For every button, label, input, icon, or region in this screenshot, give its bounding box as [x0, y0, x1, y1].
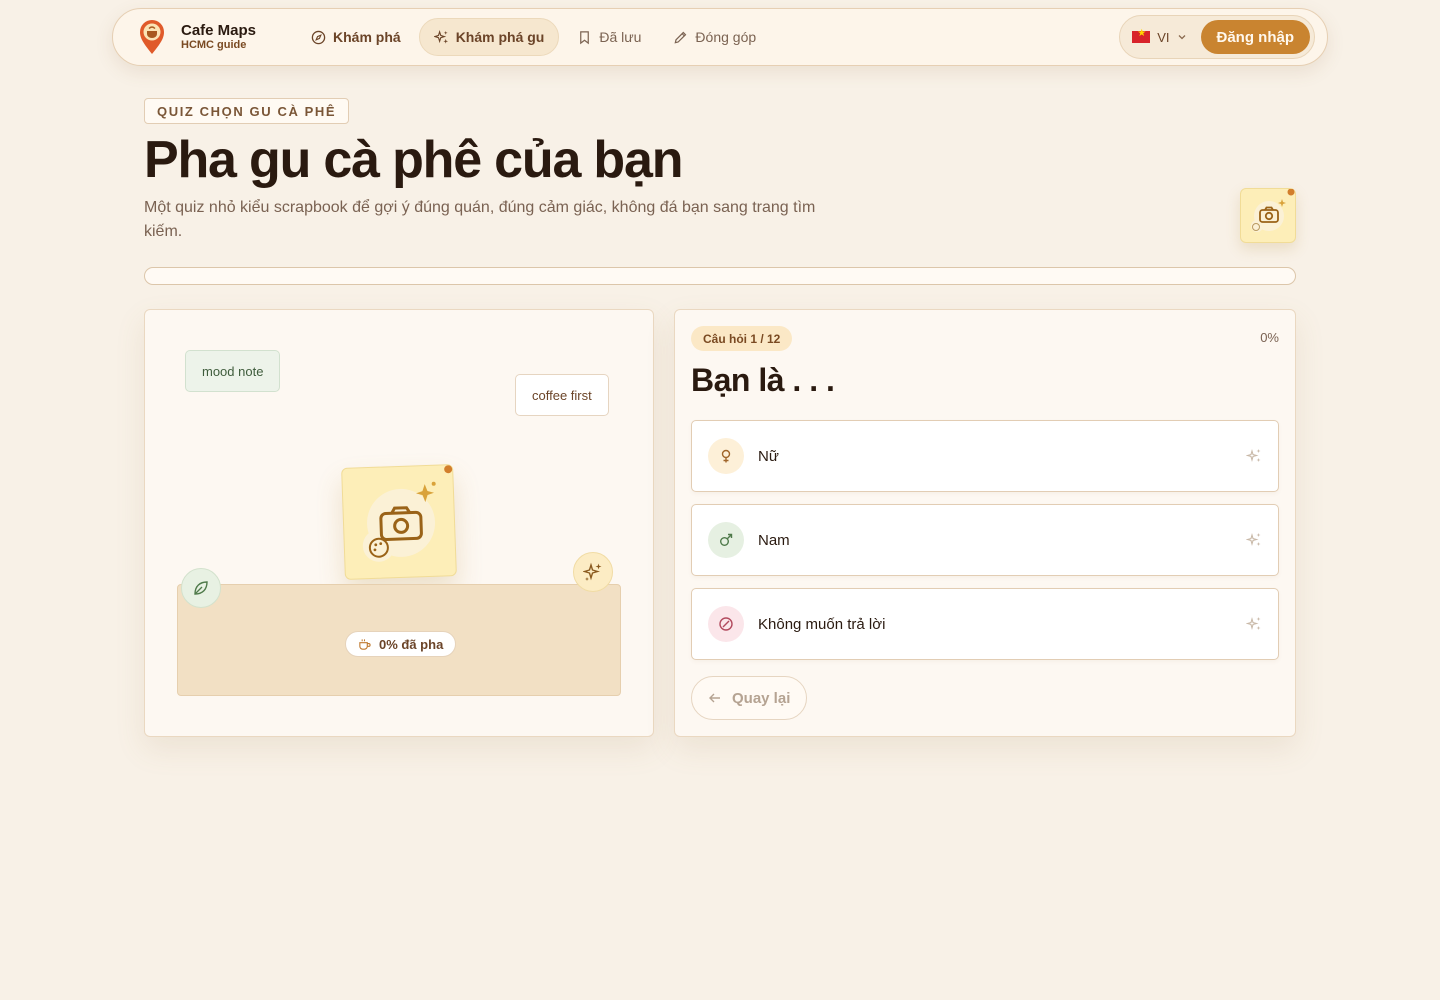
answer-option-male[interactable]: Nam — [691, 504, 1279, 576]
question-counter-badge: Câu hỏi 1 / 12 — [691, 326, 793, 351]
nav-link-label: Đóng góp — [695, 29, 757, 45]
sparkles-icon — [1246, 448, 1261, 463]
leaf-icon — [194, 581, 208, 595]
page-title: Pha gu cà phê của bạn — [144, 131, 683, 189]
brew-status-pill: 0% đã pha — [345, 631, 457, 657]
scrapbook-card: mood note coffee first 0% đã pha — [144, 309, 654, 737]
brew-status-text: 0% đã pha — [379, 636, 444, 652]
compass-icon — [311, 30, 326, 44]
answer-options: Nữ Nam Không muốn trả lời — [691, 420, 1279, 660]
brand[interactable]: Cafe Maps HCMC guide — [137, 19, 287, 55]
quiz-progress-bar — [144, 267, 1296, 285]
back-button[interactable]: Quay lại — [691, 676, 808, 720]
sparkles-icon — [433, 29, 448, 44]
chevron-down-icon — [1178, 35, 1185, 40]
quiz-eyebrow-label: QUIZ CHỌN GU CÀ PHÊ — [144, 98, 350, 124]
language-code: VI — [1157, 29, 1170, 45]
vietnam-flag-icon — [1132, 28, 1151, 43]
answer-option-prefer-not[interactable]: Không muốn trả lời — [691, 588, 1279, 660]
sparkles-icon — [1246, 616, 1261, 631]
coffee-first-tag: coffee first — [515, 374, 609, 416]
leaf-badge — [181, 568, 221, 608]
arrow-left-icon — [709, 693, 720, 703]
female-icon — [708, 438, 744, 474]
language-selector[interactable]: VI — [1132, 28, 1192, 45]
sparkles-icon — [1246, 532, 1261, 547]
brand-subtitle: HCMC guide — [181, 39, 247, 52]
camera-sparkle-icon — [1251, 188, 1295, 232]
mood-note-tag: mood note — [185, 350, 281, 392]
bookmark-icon — [580, 30, 590, 44]
nav-link-label: Đã lưu — [599, 29, 642, 45]
nav-actions: VI Đăng nhập — [1119, 15, 1315, 59]
nav-link-explore-taste[interactable]: Khám phá gu — [418, 18, 560, 56]
page-description: Một quiz nhỏ kiểu scrapbook để gợi ý đún… — [144, 199, 816, 240]
top-nav: Cafe Maps HCMC guide Khám phá Khám phá g… — [112, 8, 1328, 66]
nav-link-label: Khám phá gu — [455, 29, 545, 45]
male-icon — [708, 522, 744, 558]
answer-option-female[interactable]: Nữ — [691, 420, 1279, 492]
question-title: Bạn là . . . — [691, 362, 835, 398]
quiz-percent: 0% — [1260, 330, 1279, 345]
coffee-cup-icon — [359, 638, 371, 650]
sparkles-icon — [583, 562, 602, 581]
answer-option-label: Nữ — [758, 447, 779, 465]
sparkle-badge — [573, 552, 613, 592]
cafe-pin-logo-icon — [137, 19, 167, 55]
camera-sticker-large — [341, 464, 457, 580]
prohibited-icon — [708, 606, 744, 642]
nav-link-explore[interactable]: Khám phá — [297, 18, 415, 56]
back-button-label: Quay lại — [732, 689, 791, 707]
nav-link-contribute[interactable]: Đóng góp — [659, 18, 770, 56]
nav-links: Khám phá Khám phá gu Đã lưu Đóng góp — [297, 18, 770, 56]
pencil-icon — [674, 31, 687, 43]
camera-sparkle-icon — [362, 465, 453, 562]
answer-option-label: Không muốn trả lời — [758, 615, 886, 633]
brand-name: Cafe Maps — [181, 22, 257, 40]
nav-link-label: Khám phá — [333, 29, 401, 45]
nav-link-saved[interactable]: Đã lưu — [563, 18, 655, 56]
quiz-card: Câu hỏi 1 / 12 0% Bạn là . . . Nữ Nam Kh… — [674, 309, 1296, 737]
brew-tray: 0% đã pha — [177, 584, 621, 696]
answer-option-label: Nam — [758, 531, 790, 549]
camera-sticker — [1240, 188, 1296, 243]
login-button[interactable]: Đăng nhập — [1200, 20, 1310, 54]
